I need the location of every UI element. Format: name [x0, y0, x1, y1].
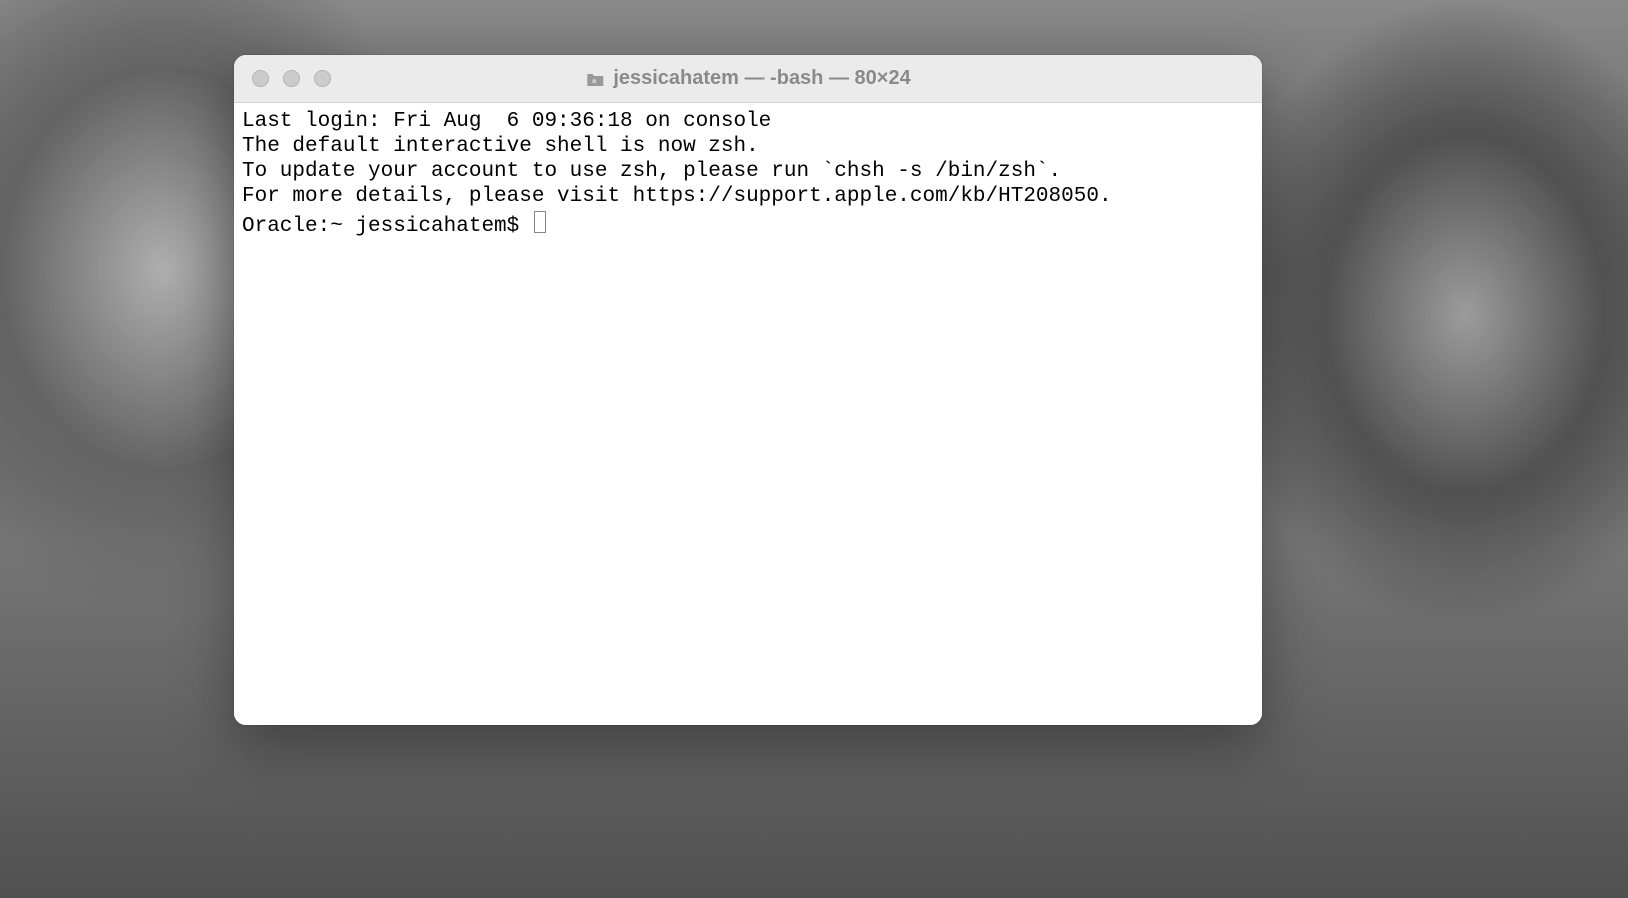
terminal-content[interactable]: Last login: Fri Aug 6 09:36:18 on consol…	[234, 103, 1262, 725]
close-button[interactable]	[252, 70, 269, 87]
window-controls	[234, 70, 331, 87]
terminal-line: The default interactive shell is now zsh…	[242, 134, 1254, 159]
cursor	[534, 211, 546, 233]
window-title: jessicahatem — -bash — 80×24	[613, 67, 910, 90]
window-title-container: jessicahatem — -bash — 80×24	[585, 67, 910, 90]
terminal-line: To update your account to use zsh, pleas…	[242, 159, 1254, 184]
maximize-button[interactable]	[314, 70, 331, 87]
title-bar[interactable]: jessicahatem — -bash — 80×24	[234, 55, 1262, 103]
prompt-line: Oracle:~ jessicahatem$	[242, 209, 1254, 239]
folder-icon	[585, 71, 605, 87]
shell-prompt: Oracle:~ jessicahatem$	[242, 214, 532, 239]
terminal-line: For more details, please visit https://s…	[242, 184, 1254, 209]
terminal-window: jessicahatem — -bash — 80×24 Last login:…	[234, 55, 1262, 725]
minimize-button[interactable]	[283, 70, 300, 87]
terminal-line: Last login: Fri Aug 6 09:36:18 on consol…	[242, 109, 1254, 134]
